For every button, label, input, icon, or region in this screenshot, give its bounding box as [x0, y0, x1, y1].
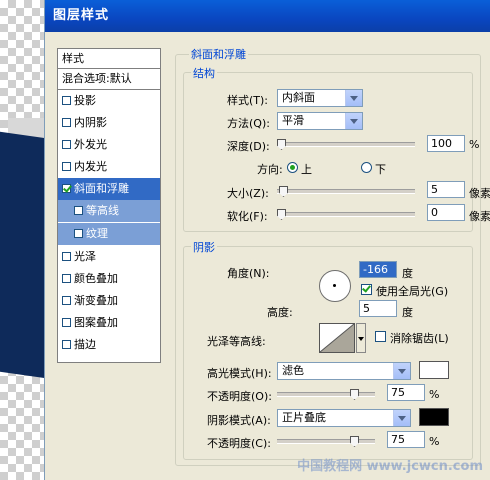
direction-up-radio[interactable]: [287, 162, 298, 173]
depth-slider-track[interactable]: [277, 142, 415, 147]
bevel-group-title: 斜面和浮雕: [189, 46, 248, 62]
depth-label: 深度(D):: [227, 140, 270, 153]
angle-label: 角度(N):: [227, 267, 270, 280]
style-item-inner-shadow[interactable]: 内阴影: [58, 112, 160, 134]
antialias-label: 消除锯齿(L): [390, 332, 449, 345]
style-item-stroke[interactable]: 描边: [58, 334, 160, 356]
checkbox-icon[interactable]: [62, 252, 71, 261]
direction-down-radio[interactable]: [361, 162, 372, 173]
style-item-inner-glow[interactable]: 内发光: [58, 156, 160, 178]
depth-unit: %: [469, 138, 480, 151]
style-item-texture[interactable]: 纹理: [58, 223, 160, 246]
styles-header[interactable]: 样式: [58, 49, 160, 69]
style-item-satin[interactable]: 光泽: [58, 246, 160, 268]
chevron-down-icon[interactable]: [345, 113, 362, 129]
checkbox-checked-icon[interactable]: [62, 184, 71, 193]
chevron-down-icon: [358, 337, 364, 341]
highlight-opacity-label: 不透明度(O):: [207, 390, 272, 403]
checkbox-icon[interactable]: [62, 296, 71, 305]
watermark: 中国教程网 www.jcwcn.com: [297, 459, 483, 474]
bevel-method-select[interactable]: 平滑: [277, 112, 363, 130]
style-item-gradient-overlay[interactable]: 渐变叠加: [58, 290, 160, 312]
altitude-unit: 度: [402, 306, 413, 319]
highlight-mode-select[interactable]: 滤色: [277, 362, 411, 380]
highlight-opacity-track[interactable]: [277, 392, 375, 397]
dialog-title: 图层样式: [45, 0, 490, 32]
shading-title: 阴影: [191, 239, 217, 255]
shadow-color-swatch[interactable]: [419, 408, 449, 426]
highlight-opacity-unit: %: [429, 388, 440, 401]
canvas-layer-shape: [0, 131, 46, 379]
chevron-down-icon[interactable]: [345, 90, 362, 106]
gloss-contour-label: 光泽等高线:: [207, 335, 266, 348]
style-item-contour[interactable]: 等高线: [58, 200, 160, 223]
angle-unit: 度: [402, 267, 413, 280]
checkbox-icon[interactable]: [62, 96, 71, 105]
size-input[interactable]: 5: [427, 181, 465, 198]
direction-label: 方向:: [257, 163, 283, 176]
style-item-pattern-overlay[interactable]: 图案叠加: [58, 312, 160, 334]
checkbox-icon[interactable]: [74, 206, 83, 215]
style-item-bevel-emboss[interactable]: 斜面和浮雕: [58, 178, 160, 200]
checkbox-icon[interactable]: [62, 140, 71, 149]
style-label: 样式(T):: [227, 94, 269, 107]
style-item-color-overlay[interactable]: 颜色叠加: [58, 268, 160, 290]
styles-list: 样式 混合选项:默认 投影 内阴影 外发光 内发光 斜面和浮雕 等高线 纹理 光…: [57, 48, 161, 363]
checkbox-icon[interactable]: [62, 318, 71, 327]
direction-down-label: 下: [375, 163, 386, 176]
structure-title: 结构: [191, 65, 217, 81]
antialias-checkbox[interactable]: [375, 331, 386, 342]
style-item-outer-glow[interactable]: 外发光: [58, 134, 160, 156]
soften-label: 软化(F):: [227, 210, 268, 223]
bevel-settings-panel: 斜面和浮雕 结构 样式(T): 内斜面 方法(Q): 平滑 深度(D): 100…: [173, 46, 490, 472]
chevron-down-icon[interactable]: [393, 410, 410, 426]
angle-input[interactable]: -166: [359, 261, 397, 278]
checkbox-icon[interactable]: [62, 340, 71, 349]
shadow-mode-label: 阴影模式(A):: [207, 414, 271, 427]
size-unit: 像素: [469, 187, 490, 200]
direction-up-label: 上: [301, 163, 312, 176]
method-label: 方法(Q):: [227, 117, 270, 130]
shadow-opacity-track[interactable]: [277, 439, 375, 444]
checkbox-icon[interactable]: [62, 162, 71, 171]
contour-curve-icon: [319, 323, 355, 353]
highlight-mode-label: 高光模式(H):: [207, 367, 272, 380]
checkbox-icon[interactable]: [62, 118, 71, 127]
size-label: 大小(Z):: [227, 187, 269, 200]
chevron-down-icon[interactable]: [393, 363, 410, 379]
blend-options-item[interactable]: 混合选项:默认: [58, 69, 160, 90]
shadow-opacity-label: 不透明度(C):: [207, 437, 271, 450]
layer-style-dialog: 图层样式 样式 混合选项:默认 投影 内阴影 外发光 内发光 斜面和浮雕 等高线…: [44, 0, 490, 480]
highlight-color-swatch[interactable]: [419, 361, 449, 379]
depth-input[interactable]: 100: [427, 135, 465, 152]
gloss-contour-preview[interactable]: [319, 323, 355, 353]
altitude-input[interactable]: 5: [359, 300, 397, 317]
global-light-label: 使用全局光(G): [376, 285, 449, 298]
angle-dial-icon[interactable]: [319, 270, 351, 302]
soften-unit: 像素: [469, 210, 490, 223]
style-item-drop-shadow[interactable]: 投影: [58, 90, 160, 112]
soften-slider-track[interactable]: [277, 212, 415, 217]
shadow-opacity-unit: %: [429, 435, 440, 448]
size-slider-track[interactable]: [277, 189, 415, 194]
checkbox-icon[interactable]: [62, 274, 71, 283]
altitude-label: 高度:: [267, 306, 293, 319]
highlight-opacity-input[interactable]: 75: [387, 384, 425, 401]
shadow-opacity-input[interactable]: 75: [387, 431, 425, 448]
global-light-checkbox[interactable]: [361, 284, 372, 295]
bevel-style-select[interactable]: 内斜面: [277, 89, 363, 107]
contour-dropdown-arrow-icon[interactable]: [356, 323, 366, 353]
shadow-mode-select[interactable]: 正片叠底: [277, 409, 411, 427]
checkbox-icon[interactable]: [74, 229, 83, 238]
soften-input[interactable]: 0: [427, 204, 465, 221]
